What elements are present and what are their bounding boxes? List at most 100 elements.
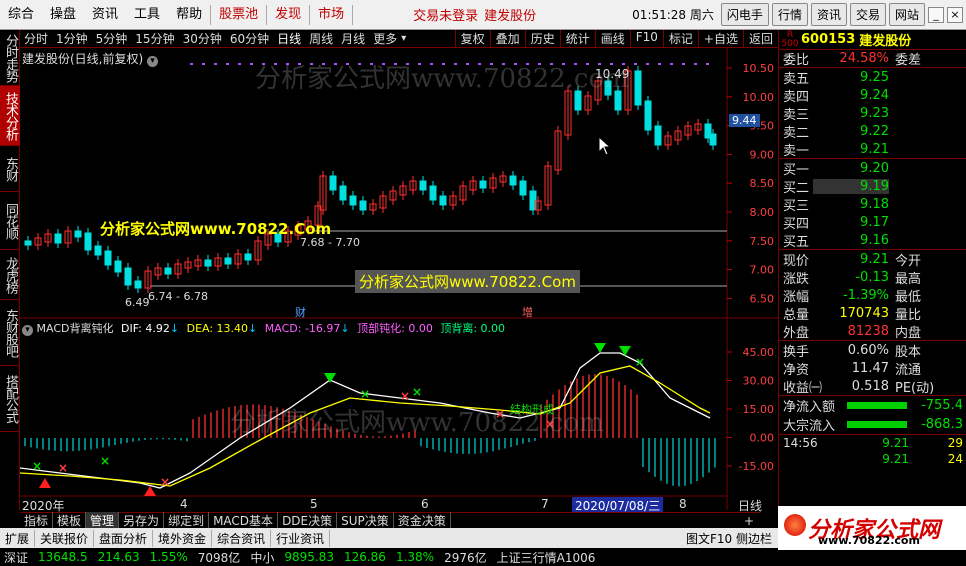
chart-title-text: 建发股份(日线,前复权) [22,52,144,66]
tab-guba[interactable]: 东财股吧 [0,300,20,366]
candle-body [479,180,487,189]
flash-trade-button[interactable]: 闪电手 [720,3,769,26]
stat-label: 净资 [783,362,810,378]
stat-label: 量比 [895,307,922,323]
chart-area[interactable]: × × × × × × × × × × 10.50 10.00 9.50 9.00 8.50 8.00 7.5… [20,48,778,514]
menu-stock-pool[interactable]: 股票池 [211,0,266,30]
tab-eastmoney[interactable]: 东财 [0,146,20,192]
menu-tools[interactable]: 工具 [126,0,168,30]
tool-f10[interactable]: F10 [629,30,663,47]
ask-row[interactable]: 卖三 9.23 [779,104,966,123]
period-more[interactable]: 更多 [369,30,401,47]
btab-macd-basic[interactable]: MACD基本 [209,512,279,529]
bid-row[interactable]: 买二 9.19 [779,177,966,196]
bid-row[interactable]: 买三 9.18 [779,195,966,214]
tool-history[interactable]: 历史 [524,30,560,47]
tool-stats[interactable]: 统计 [559,30,595,47]
tool-overlay[interactable]: 叠加 [489,30,525,47]
menu-comprehensive[interactable]: 综合 [0,0,42,30]
stat-label: 股本 [895,344,922,360]
candle-body [224,257,232,265]
tab-technical[interactable]: 技术分析 [0,86,20,146]
macd-settings-icon[interactable]: ▾ [22,325,33,336]
btab-indicator[interactable]: 指标 [20,512,54,529]
bid-row[interactable]: 买四 9.17 [779,213,966,232]
btab-dde[interactable]: DDE决策 [278,512,338,529]
event-marker-increase[interactable]: 增 [522,304,533,320]
ask-row[interactable]: 卖五 9.25 [779,68,966,87]
ext-expand[interactable]: 扩展 [0,529,36,547]
period-5min[interactable]: 5分钟 [92,30,132,47]
add-tab-icon[interactable]: + [738,514,760,528]
candle-body [359,200,367,211]
period-1min[interactable]: 1分钟 [52,30,92,47]
period-daily[interactable]: 日线 [273,30,305,47]
period-intraday[interactable]: 分时 [20,30,52,47]
ext-related-quote[interactable]: 关联报价 [35,529,95,547]
period-60min[interactable]: 60分钟 [226,30,273,47]
candle-body [74,230,82,238]
ext-comprehensive-news[interactable]: 综合资讯 [212,529,272,547]
tool-add-watchlist[interactable]: +自选 [697,30,743,47]
tool-back[interactable]: 返回 [742,30,778,47]
candle-body [104,250,112,266]
period-monthly[interactable]: 月线 [337,30,369,47]
signal-dot [250,63,253,65]
chart-tools: 复权 叠加 历史 统计 画线 F10 标记 +自选 返回 [454,30,778,47]
index-value: 13648.5 [38,550,88,564]
tab-dragon-tiger[interactable]: 龙虎榜 [0,250,20,300]
r-badge[interactable]: R 500 [779,30,801,49]
btab-bind-to[interactable]: 绑定到 [164,512,210,529]
minimize-icon[interactable]: _ [928,6,944,23]
trade-button[interactable]: 交易 [849,3,886,26]
y-tick-label: 8.00 [750,206,775,219]
candle-body [339,185,347,201]
stat-label: 涨幅 [783,289,810,305]
ext-market-analysis[interactable]: 盘面分析 [94,529,154,547]
tab-formula[interactable]: 搭配公式 [0,366,20,432]
menu-trade[interactable]: 操盘 [42,0,84,30]
candle-body [244,253,252,261]
close-icon[interactable]: × [947,6,963,23]
btab-sup[interactable]: SUP决策 [337,512,394,529]
period-weekly[interactable]: 周线 [305,30,337,47]
ext-foreign-fund[interactable]: 境外资金 [153,529,213,547]
event-marker-finance[interactable]: 财 [295,304,306,320]
flow-row: 净流入额 -755.4 [779,396,966,415]
tool-mark[interactable]: 标记 [662,30,698,47]
chart-settings-icon[interactable]: ▾ [147,56,159,67]
signal-dot [202,63,205,65]
ask-row[interactable]: 卖二 9.22 [779,122,966,141]
btab-fund[interactable]: 资金决策 [394,512,451,529]
ext-industry-news[interactable]: 行业资讯 [271,529,331,547]
btab-manage[interactable]: 管理 [86,512,120,529]
menu-help[interactable]: 帮助 [168,0,210,30]
website-button[interactable]: 网站 [888,3,925,26]
flow-label: 净流入额 [783,400,836,415]
chevron-down-icon[interactable]: ▾ [401,33,406,44]
stat-label: 最低 [895,289,922,305]
menu-market[interactable]: 市场 [310,0,352,30]
tool-draw[interactable]: 画线 [594,30,630,47]
ask-row[interactable]: 卖一 9.21 [779,140,966,159]
signal-dot [226,63,229,65]
btab-template[interactable]: 模板 [53,512,87,529]
menu-news[interactable]: 资讯 [84,0,126,30]
bid-row[interactable]: 买一 9.20 [779,159,966,178]
candle-body [84,232,92,251]
bid-row[interactable]: 买五 9.16 [779,231,966,250]
tool-adjust[interactable]: 复权 [454,30,490,47]
news-button[interactable]: 资讯 [810,3,847,26]
menu-discover[interactable]: 发现 [267,0,309,30]
tab-ths[interactable]: 同花顺 [0,192,20,250]
ask-book: 卖五 9.25 卖四 9.24 卖三 9.23 卖二 9.22 卖一 9.21 [779,68,966,159]
quote-button[interactable]: 行情 [771,3,808,26]
login-status[interactable]: 交易未登录 [413,5,478,24]
period-15min[interactable]: 15分钟 [131,30,178,47]
macd-y-tick-label: 30.00 [743,375,775,388]
btab-save-as[interactable]: 另存为 [119,512,165,529]
tab-intraday[interactable]: 分时走势 [0,30,20,86]
ext-f10-sidebar[interactable]: 图文F10 侧边栏 [686,530,776,547]
ask-row[interactable]: 卖四 9.24 [779,86,966,105]
period-30min[interactable]: 30分钟 [179,30,226,47]
